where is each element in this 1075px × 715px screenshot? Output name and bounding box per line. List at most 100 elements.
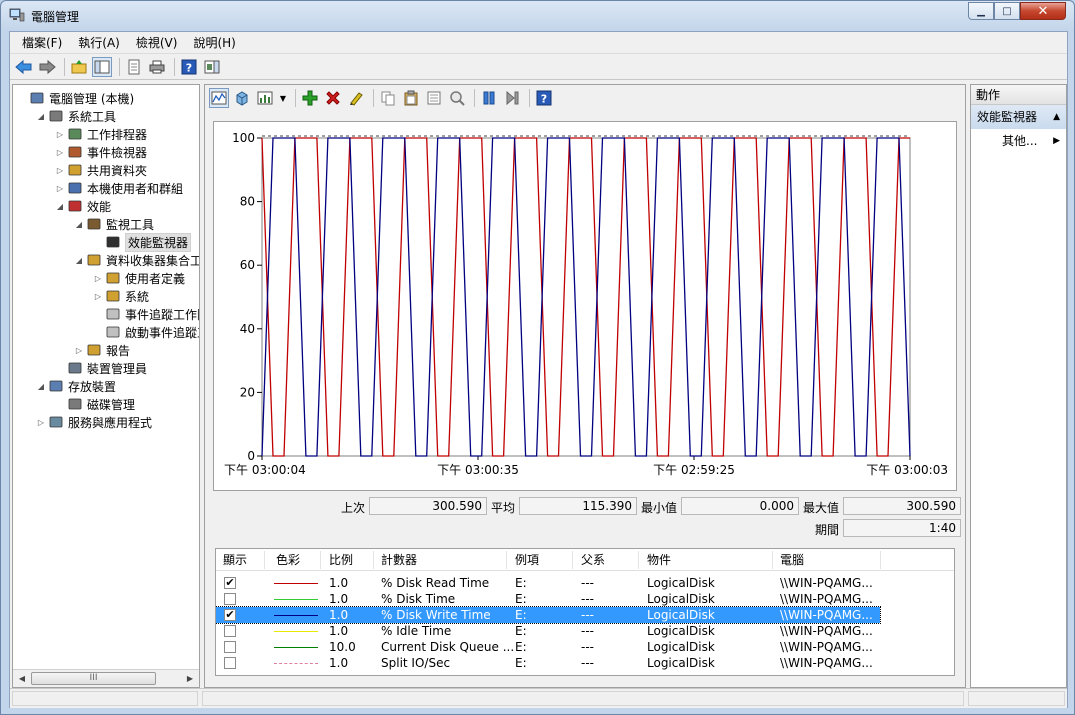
tree-item[interactable]: ◢ 存放裝置 [36,377,116,395]
tree-item[interactable]: ▷ 系統 [93,287,149,305]
show-checkbox[interactable]: ✔ [224,577,236,589]
show-checkbox[interactable] [224,657,236,669]
expanded-arrow-icon[interactable]: ◢ [74,256,84,265]
actions-section-performance-monitor[interactable]: 效能監視器 ▲ [971,105,1066,129]
column-divider[interactable] [772,551,773,569]
column-divider[interactable] [638,551,639,569]
tree-item[interactable]: 事件追蹤工作階 [93,305,199,323]
tree-item[interactable]: ▷ 工作排程器 [55,125,147,143]
tree-item[interactable]: 裝置管理員 [55,359,147,377]
column-divider[interactable] [320,551,321,569]
horizontal-scrollbar[interactable]: ◀ III ▶ [13,669,199,687]
table-row[interactable]: 10.0 Current Disk Queue ... E: --- LogicalDi… [216,639,880,655]
graph-type-dropdown[interactable]: ▼ [278,88,288,108]
add-counter-button[interactable] [300,88,320,108]
show-checkbox[interactable]: ✔ [224,609,236,621]
delete-counter-button[interactable] [323,88,343,108]
up-level-button[interactable] [69,57,89,77]
scroll-left-icon[interactable]: ◀ [15,672,29,686]
column-header-show[interactable]: 顯示 [223,552,247,568]
more-actions-item[interactable]: 其他... ▶ [971,129,1066,153]
show-checkbox[interactable] [224,593,236,605]
tree-item[interactable]: ◢ 監視工具 [74,215,154,233]
tree-item[interactable]: 啟動事件追蹤工 [93,323,199,341]
table-row[interactable]: 1.0 % Disk Time E: --- LogicalDisk \\WIN-PQAM… [216,591,880,607]
show-action-pane-button[interactable] [202,57,222,77]
back-button[interactable] [14,57,34,77]
expanded-arrow-icon[interactable]: ◢ [36,382,46,391]
tree-item[interactable]: 磁碟管理 [55,395,135,413]
tree-item[interactable]: ▷ 報告 [74,341,130,359]
perfmon-help-button[interactable]: ? [534,88,554,108]
table-row[interactable]: ✔ 1.0 % Disk Read Time E: --- LogicalDisk \\WI… [216,575,880,591]
expanded-arrow-icon[interactable]: ◢ [55,202,65,211]
maximize-button[interactable]: □ [994,2,1020,20]
collapsed-arrow-icon[interactable]: ▷ [55,130,65,139]
column-header-counter[interactable]: 計數器 [381,552,417,568]
forward-button[interactable] [37,57,57,77]
view-graph-button[interactable] [209,88,229,108]
tree-item[interactable]: ▷ 本機使用者和群組 [55,179,183,197]
collapsed-arrow-icon[interactable]: ▷ [93,274,103,283]
scrollbar-thumb[interactable]: III [31,672,156,685]
column-header-parent[interactable]: 父系 [581,552,605,568]
column-divider[interactable] [572,551,573,569]
tree-item[interactable]: ◢ 系統工具 [36,107,116,125]
minimize-button[interactable]: ▁ [968,2,994,20]
column-divider[interactable] [880,551,881,569]
expanded-arrow-icon[interactable]: ◢ [74,220,84,229]
column-header-object[interactable]: 物件 [647,552,671,568]
scroll-right-icon[interactable]: ▶ [183,672,197,686]
collapsed-arrow-icon[interactable]: ▷ [55,166,65,175]
column-divider[interactable] [506,551,507,569]
freeze-display-button[interactable] [479,88,499,108]
column-header-color[interactable]: 色彩 [276,552,300,568]
print-button[interactable] [147,57,167,77]
zoom-button[interactable] [447,88,467,108]
column-header-instance[interactable]: 例項 [515,552,539,568]
highlight-button[interactable] [346,88,366,108]
paste-counter-list-button[interactable] [401,88,421,108]
column-divider[interactable] [373,551,374,569]
title-bar[interactable]: 電腦管理 ▁ □ ✕ [1,1,1074,31]
performance-graph[interactable]: 0 20 40 60 80 100 下午 03:00:04 下午 03:00:35 下午 02:… [213,121,957,491]
collapsed-arrow-icon[interactable]: ▷ [55,184,65,193]
properties-button[interactable] [424,88,444,108]
cell-computer: \\WIN-PQAMG... [780,592,873,606]
collapsed-arrow-icon[interactable]: ▷ [74,346,84,355]
tree-item[interactable]: 效能監視器 [93,232,192,252]
tree-item[interactable]: ▷ 使用者定義 [93,269,185,287]
column-divider[interactable] [264,551,265,569]
cell-instance: E: [515,656,527,670]
expanded-arrow-icon[interactable]: ◢ [36,112,46,121]
menu-file[interactable]: 檔案(F) [14,34,70,51]
tree-item[interactable]: ▷ 共用資料夾 [55,161,147,179]
menu-help[interactable]: 說明(H) [185,34,243,51]
collapsed-arrow-icon[interactable]: ▷ [36,418,46,427]
close-button[interactable]: ✕ [1020,2,1066,20]
tree-item[interactable]: ◢ 資料收集器集合工具 [74,251,199,269]
collapsed-arrow-icon[interactable]: ▷ [55,148,65,157]
tree-item[interactable]: ◢ 效能 [55,197,111,215]
column-header-scale[interactable]: 比例 [329,552,353,568]
collapsed-arrow-icon[interactable]: ▷ [93,292,103,301]
show-checkbox[interactable] [224,641,236,653]
menu-action[interactable]: 執行(A) [70,34,128,51]
table-row[interactable]: ✔ 1.0 % Disk Write Time E: --- LogicalDisk \\W… [216,606,881,624]
collapse-up-icon[interactable]: ▲ [1053,105,1060,129]
change-graph-type-button[interactable] [255,88,275,108]
copy-properties-button[interactable] [378,88,398,108]
table-row[interactable]: 1.0 Split IO/Sec E: --- LogicalDisk \\WIN-PQA… [216,655,880,671]
update-data-button[interactable] [502,88,522,108]
tree-item[interactable]: ▷ 服務與應用程式 [36,413,152,431]
table-row[interactable]: 1.0 % Idle Time E: --- LogicalDisk \\WIN-PQAM… [216,623,880,639]
properties-button[interactable] [124,57,144,77]
column-header-computer[interactable]: 電腦 [780,552,804,568]
menu-view[interactable]: 檢視(V) [128,34,186,51]
help-button[interactable]: ? [179,57,199,77]
view-current-activity-button[interactable] [232,88,252,108]
tree-item[interactable]: 電腦管理 (本機) [17,89,134,107]
show-hide-tree-button[interactable] [92,56,112,77]
show-checkbox[interactable] [224,625,236,637]
tree-item[interactable]: ▷ 事件檢視器 [55,143,147,161]
